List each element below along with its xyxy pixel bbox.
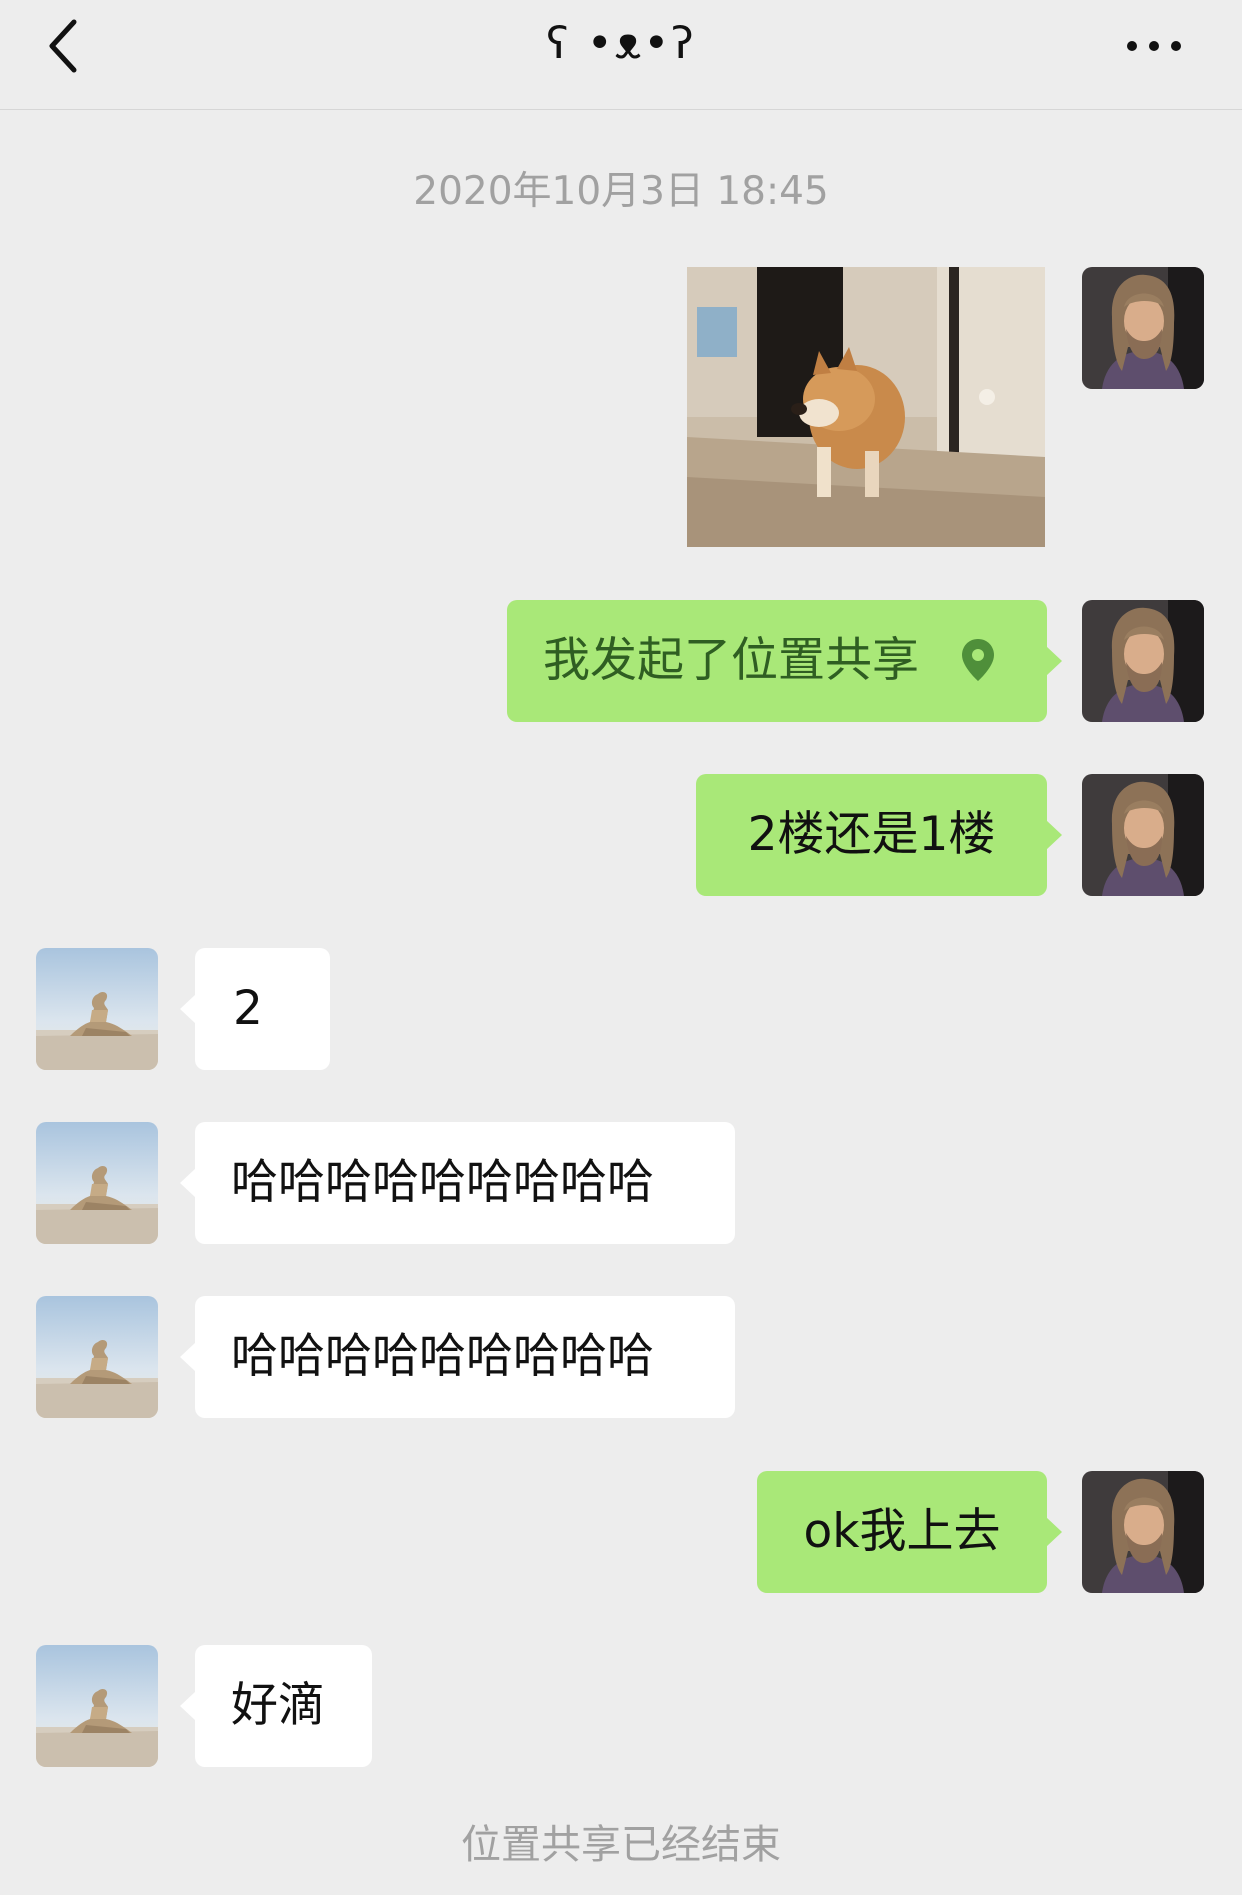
received-text-message[interactable]: 哈哈哈哈哈哈哈哈哈 bbox=[180, 1122, 735, 1244]
friend-avatar[interactable] bbox=[36, 1645, 158, 1767]
my-avatar[interactable] bbox=[1082, 774, 1204, 896]
received-text-message[interactable]: 哈哈哈哈哈哈哈哈哈 bbox=[180, 1296, 735, 1418]
location-pin-icon bbox=[961, 638, 994, 681]
sent-text-message[interactable]: ok我上去 bbox=[757, 1471, 1062, 1593]
location-share-message[interactable]: 我发起了位置共享 bbox=[507, 600, 1062, 722]
friend-avatar[interactable] bbox=[36, 1296, 158, 1418]
friend-avatar[interactable] bbox=[36, 948, 158, 1070]
chat-header: ʕ •ᴥ•ʔ bbox=[0, 0, 1242, 110]
more-dots-icon bbox=[1127, 41, 1181, 51]
dog-image bbox=[687, 267, 1045, 547]
received-text-message[interactable]: 2 bbox=[180, 948, 330, 1070]
back-button[interactable] bbox=[44, 16, 88, 76]
location-share-text: 我发起了位置共享 bbox=[543, 633, 919, 688]
my-avatar[interactable] bbox=[1082, 600, 1204, 722]
received-text-message[interactable]: 好滴 bbox=[180, 1645, 372, 1767]
sent-image-message[interactable] bbox=[687, 267, 1045, 547]
sent-text-message[interactable]: 2楼还是1楼 bbox=[696, 774, 1062, 896]
chat-title[interactable]: ʕ •ᴥ•ʔ bbox=[0, 18, 1242, 69]
my-avatar[interactable] bbox=[1082, 1471, 1204, 1593]
my-avatar[interactable] bbox=[1082, 267, 1204, 389]
system-notice: 位置共享已经结束 bbox=[461, 1822, 781, 1868]
message-timestamp: 2020年10月3日 18:45 bbox=[413, 169, 829, 214]
chevron-left-icon bbox=[49, 19, 77, 73]
friend-avatar[interactable] bbox=[36, 1122, 158, 1244]
more-button[interactable] bbox=[1122, 26, 1186, 66]
